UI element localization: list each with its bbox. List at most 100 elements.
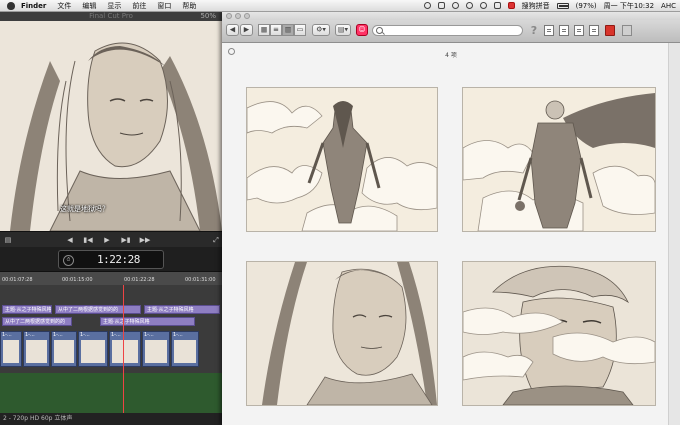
list-view-icon: ≡ [273,25,279,34]
video-clip[interactable]: 1-... [78,331,108,367]
search-input[interactable] [385,26,515,35]
video-clip[interactable]: 1-... [51,331,77,367]
clip-thumbnail [26,340,47,363]
video-clip[interactable]: 1-... [142,331,170,367]
column-view-button[interactable]: ▥ [282,24,294,36]
app-icon: ☺ [358,25,366,34]
step-back-icon[interactable]: ▮◀ [82,236,94,244]
arrange-button[interactable]: ▤▾ [335,24,351,36]
file-thumbnail[interactable] [246,87,438,232]
title-clip[interactable]: 从中了二两根据感觉到的的 [55,305,141,314]
minimize-button[interactable] [235,13,241,19]
finder-titlebar[interactable] [222,11,680,20]
title-clip[interactable]: 主题·从之子特殊风格 [144,305,220,314]
icon-view-button[interactable]: ▦ [258,24,270,36]
icon-view-icon: ▦ [260,25,268,34]
list-view-button[interactable]: ≡ [270,24,282,36]
document-icon[interactable] [559,25,569,36]
battery-percent[interactable]: (97%) [576,2,597,10]
menu-view[interactable]: 显示 [107,1,121,11]
viewer-frame: 这就是地狱吗？ [0,21,222,231]
timecode-display[interactable]: ⏱ 1:22:28 [58,250,164,269]
input-method-icon[interactable] [507,2,515,9]
thumbnail-illustration [463,88,655,231]
menu-bar: Finder 文件 编辑 显示 前往 窗口 帮助 搜狗拼音 (97%) 周一 下… [0,0,680,12]
clip-label: 1-... [173,332,183,338]
rewind-icon[interactable]: ◀ [64,236,76,244]
timecode-value: 1:22:28 [97,253,140,266]
clock[interactable]: 周一 下午10:32 [604,1,654,11]
project-status: 2 - 720p HD 60p 立体声 [0,413,222,425]
display-status-icon[interactable] [437,2,445,9]
delete-icon[interactable] [605,25,615,36]
viewer-zoom[interactable]: 50% [200,11,216,21]
bluetooth-status-icon[interactable] [465,2,473,9]
document-icon[interactable] [544,25,554,36]
forward-button[interactable]: ▶ [240,24,253,36]
document-icon[interactable] [574,25,584,36]
finder-window: ◀ ▶ ▦ ≡ ▥ ▭ ⚙▾ ▤▾ ☺ ? 4 项 [222,11,680,425]
ruler-label: 00:01:31:00 [185,277,216,283]
playhead[interactable] [123,285,124,413]
menu-edit[interactable]: 编辑 [82,1,96,11]
clip-thumbnail [145,340,167,363]
video-subtitle: 这就是地狱吗？ [60,205,109,213]
app-button[interactable]: ☺ [356,24,368,36]
search-icon [376,27,383,34]
sync-status-icon[interactable] [423,2,431,9]
video-clip[interactable]: 1-... [0,331,22,367]
volume-status-icon[interactable] [493,2,501,9]
viewer-options-icon[interactable]: ▤ [2,236,14,244]
document-icon[interactable] [589,25,599,36]
coverflow-view-button[interactable]: ▭ [294,24,306,36]
clip-thumbnail [174,340,196,363]
video-clip[interactable]: 1-... [109,331,141,367]
timecode-mode-icon[interactable]: ⏱ [63,255,74,266]
timeline-ruler[interactable]: 00:01:07:28 00:01:15:00 00:01:22:28 00:0… [0,271,222,286]
timemachine-status-icon[interactable] [451,2,459,9]
file-thumbnail[interactable] [246,261,438,406]
menu-file[interactable]: 文件 [57,1,71,11]
clip-label: 1-... [111,332,121,338]
viewer-illustration [0,21,222,231]
title-clip[interactable]: 从中了二两根据感觉到的的 [2,317,72,326]
video-clip[interactable]: 1-... [171,331,199,367]
file-thumbnail[interactable] [462,87,656,232]
menu-window[interactable]: 窗口 [157,1,171,11]
vertical-scrollbar[interactable] [668,43,680,425]
menu-help[interactable]: 帮助 [182,1,196,11]
close-button[interactable] [226,13,232,19]
search-field[interactable] [372,25,523,36]
apple-menu-icon[interactable] [7,1,15,10]
sidebar-toggle-icon[interactable] [622,25,632,36]
zoom-button[interactable] [244,13,250,19]
help-icon[interactable]: ? [529,25,539,36]
timeline[interactable]: 主题·从之子特殊风格 从中了二两根据感觉到的的 主题·从之子特殊风格 从中了二两… [0,285,222,413]
menu-go[interactable]: 前往 [132,1,146,11]
ruler-label: 00:01:15:00 [62,277,93,283]
audio-track[interactable] [0,373,222,413]
input-method-label[interactable]: 搜狗拼音 [522,1,550,11]
play-icon[interactable]: ▶ [101,236,113,244]
title-clip[interactable]: 主题·从之子特殊风格 [100,317,195,326]
gear-icon: ⚙▾ [316,25,326,34]
back-button[interactable]: ◀ [226,24,239,36]
step-forward-icon[interactable]: ▶▮ [120,236,132,244]
fcp-titlebar: Final Cut Pro 50% [0,11,222,21]
fast-forward-icon[interactable]: ▶▶ [139,236,151,244]
item-count: 4 项 [445,52,457,59]
timecode-bar: ⏱ 1:22:28 [0,247,222,271]
file-thumbnail[interactable] [462,261,656,406]
fullscreen-icon[interactable]: ⤢ [210,236,222,244]
clip-thumbnail [3,340,19,363]
video-clip[interactable]: 1-... [23,331,50,367]
battery-icon[interactable] [556,2,569,9]
coverflow-icon: ▭ [296,25,304,34]
menu-app-name[interactable]: Finder [21,2,46,10]
action-menu-button[interactable]: ⚙▾ [312,24,330,36]
title-clip[interactable]: 主题·从之子特殊风格 [2,305,52,314]
icon-view-content: 4 项 [222,43,680,425]
wifi-status-icon[interactable] [479,2,487,9]
fcp-window: Final Cut Pro 50% 这就是地狱吗？ ▤ ◀ ▮◀ ▶ ▶▮ ▶▶… [0,11,222,425]
user-name[interactable]: AHC [661,2,676,10]
